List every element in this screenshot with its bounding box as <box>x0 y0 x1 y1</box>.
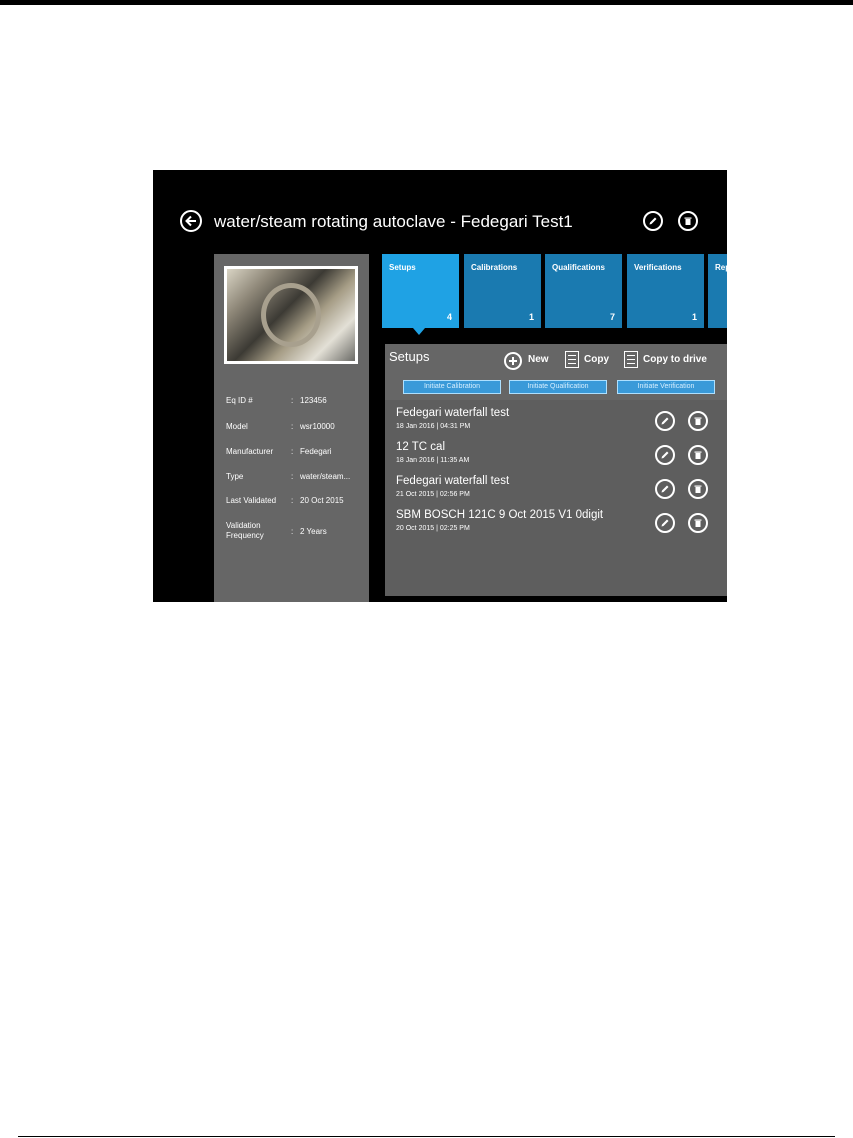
initiate-qualification-button[interactable]: Initiate Qualification <box>509 380 607 394</box>
tab-reports-label: Rep <box>715 263 727 272</box>
initiate-verification-button[interactable]: Initiate Verification <box>617 380 715 394</box>
top-rule <box>0 0 853 5</box>
setup-date: 20 Oct 2015 | 02:25 PM <box>396 525 470 532</box>
trash-icon <box>684 217 692 225</box>
setup-title: 12 TC cal <box>396 441 446 453</box>
tab-verifications-label: Verifications <box>634 263 682 272</box>
trash-icon <box>694 451 702 459</box>
delete-equipment-button[interactable] <box>678 211 698 231</box>
equipment-photo <box>224 266 358 364</box>
tab-verifications[interactable]: Verifications 1 <box>627 254 704 328</box>
tab-calibrations-count: 1 <box>528 312 534 322</box>
pencil-icon <box>661 485 669 493</box>
copy-to-drive-label: Copy to drive <box>643 354 707 365</box>
setup-date: 18 Jan 2016 | 04:31 PM <box>396 423 471 430</box>
page-title: water/steam rotating autoclave - Fedegar… <box>214 212 573 231</box>
trash-icon <box>694 485 702 493</box>
list-item[interactable]: SBM BOSCH 121C 9 Oct 2015 V1 0digit 20 O… <box>385 509 727 543</box>
delete-setup-button[interactable] <box>688 445 708 465</box>
edit-setup-button[interactable] <box>655 445 675 465</box>
back-arrow-icon[interactable] <box>180 210 202 232</box>
tab-qualifications-count: 7 <box>609 312 615 322</box>
new-button-label: New <box>528 354 549 365</box>
equipment-info-panel: Eq ID #:123456 Model: wsr10000 Manufactur… <box>214 254 369 602</box>
bottom-rule <box>18 1136 835 1137</box>
pencil-icon <box>661 451 669 459</box>
list-item[interactable]: Fedegari waterfall test 21 Oct 2015 | 02… <box>385 475 727 509</box>
delete-setup-button[interactable] <box>688 411 708 431</box>
tab-calibrations[interactable]: Calibrations 1 <box>464 254 541 328</box>
list-item[interactable]: 12 TC cal 18 Jan 2016 | 11:35 AM <box>385 441 727 475</box>
edit-equipment-button[interactable] <box>643 211 663 231</box>
tab-setups[interactable]: Setups 4 <box>382 254 459 335</box>
initiate-calibration-button[interactable]: Initiate Calibration <box>403 380 501 394</box>
pencil-icon <box>661 519 669 527</box>
setups-title: Setups <box>389 349 430 364</box>
delete-setup-button[interactable] <box>688 513 708 533</box>
delete-setup-button[interactable] <box>688 479 708 499</box>
setup-date: 21 Oct 2015 | 02:56 PM <box>396 491 470 498</box>
active-tab-caret <box>413 328 425 335</box>
tab-setups-label: Setups <box>389 263 416 272</box>
setup-date: 18 Jan 2016 | 11:35 AM <box>396 457 470 464</box>
setup-title: SBM BOSCH 121C 9 Oct 2015 V1 0digit <box>396 509 604 521</box>
app-window: water/steam rotating autoclave - Fedegar… <box>153 170 727 602</box>
pencil-icon <box>649 217 657 225</box>
copy-button-label: Copy <box>584 354 609 365</box>
tab-calibrations-label: Calibrations <box>471 263 518 272</box>
edit-setup-button[interactable] <box>655 513 675 533</box>
edit-setup-button[interactable] <box>655 411 675 431</box>
tab-setups-count: 4 <box>446 312 452 322</box>
setups-panel: Setups New Copy Copy to drive Initiate C… <box>385 344 727 596</box>
document-icon <box>565 351 579 368</box>
tab-verifications-count: 1 <box>691 312 697 322</box>
setup-title: Fedegari waterfall test <box>396 475 510 487</box>
document-icon <box>624 351 638 368</box>
pencil-icon <box>661 417 669 425</box>
trash-icon <box>694 417 702 425</box>
list-item[interactable]: Fedegari waterfall test 18 Jan 2016 | 04… <box>385 407 727 441</box>
edit-setup-button[interactable] <box>655 479 675 499</box>
plus-circle-icon <box>504 352 522 370</box>
setups-list: Fedegari waterfall test 18 Jan 2016 | 04… <box>385 400 727 596</box>
setup-title: Fedegari waterfall test <box>396 407 510 419</box>
tab-qualifications-label: Qualifications <box>552 263 605 272</box>
tab-reports[interactable]: Rep <box>708 254 727 328</box>
tab-qualifications[interactable]: Qualifications 7 <box>545 254 622 328</box>
trash-icon <box>694 519 702 527</box>
